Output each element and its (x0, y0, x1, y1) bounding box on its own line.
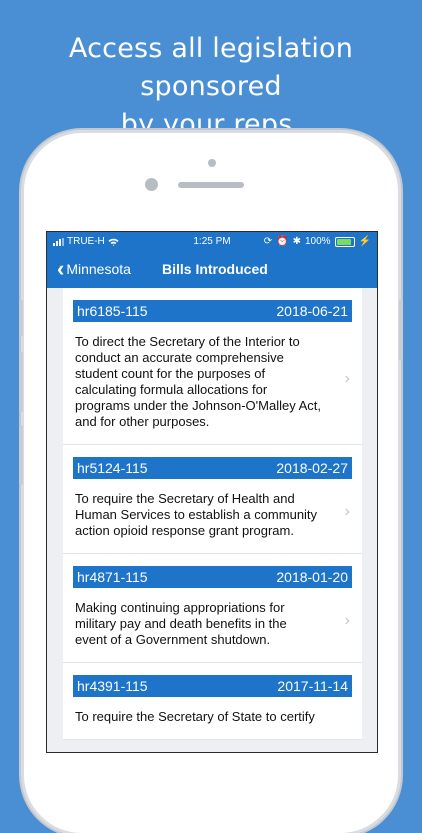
battery-percent: 100% (304, 236, 331, 247)
bill-header: hr4871-115 2018-01-20 (73, 566, 352, 588)
promo-headline-line1: Access all legislation sponsored (68, 33, 354, 102)
bill-header: hr4391-115 2017-11-14 (73, 675, 352, 697)
alarm-icon: ⏰ (276, 236, 289, 247)
bill-list-item[interactable]: hr5124-115 2018-02-27 To require the Sec… (63, 445, 362, 554)
back-button-label: Minnesota (66, 261, 131, 277)
status-bar: TRUE-H 1:25 PM ⟳ ⏰ ✱ 100% ⚡ (47, 232, 377, 252)
status-right: ⟳ ⏰ ✱ 100% ⚡ (264, 236, 371, 247)
bill-title: To require the Secretary of State to cer… (75, 709, 315, 724)
bill-list-item[interactable]: hr4871-115 2018-01-20 Making continuing … (63, 554, 362, 663)
chevron-right-icon: › (344, 370, 350, 387)
promo-headline: Access all legislation sponsored by your… (0, 30, 422, 144)
page-title: Bills Introduced (162, 261, 268, 277)
battery-icon (334, 236, 355, 247)
bill-date: 2018-06-21 (276, 303, 348, 319)
bill-header: hr6185-115 2018-06-21 (73, 300, 352, 322)
phone-volume-down-button (19, 425, 23, 485)
bill-date: 2017-11-14 (277, 678, 348, 694)
app-screen: TRUE-H 1:25 PM ⟳ ⏰ ✱ 100% ⚡ ‹ Minnesota … (46, 231, 378, 753)
bill-title: Making continuing appropriations for mil… (75, 600, 287, 647)
bill-list-item[interactable]: hr4391-115 2017-11-14 To require the Sec… (63, 663, 362, 740)
bill-list-item[interactable]: hr6185-115 2018-06-21 To direct the Secr… (63, 288, 362, 445)
back-button[interactable]: ‹ Minnesota (57, 256, 131, 281)
phone-power-button (399, 300, 403, 360)
navigation-bar: ‹ Minnesota Bills Introduced (47, 252, 377, 288)
bill-id: hr6185-115 (77, 303, 148, 319)
phone-side-button (19, 300, 23, 336)
bill-title: To direct the Secretary of the Interior … (75, 334, 321, 429)
bill-id: hr4871-115 (77, 569, 148, 585)
bill-date: 2018-02-27 (276, 460, 348, 476)
earpiece-speaker (178, 182, 244, 188)
charging-icon: ⚡ (358, 236, 371, 247)
chevron-right-icon: › (344, 612, 350, 629)
chevron-right-icon: › (344, 503, 350, 520)
phone-volume-up-button (19, 352, 23, 412)
bill-id: hr5124-115 (77, 460, 148, 476)
bluetooth-icon: ✱ (292, 236, 301, 247)
bill-title: To require the Secretary of Health and H… (75, 491, 318, 538)
bill-id: hr4391-115 (77, 678, 148, 694)
lock-rotation-icon: ⟳ (263, 236, 273, 247)
bill-list: hr6185-115 2018-06-21 To direct the Secr… (63, 288, 362, 740)
bill-date: 2018-01-20 (276, 569, 348, 585)
bill-header: hr5124-115 2018-02-27 (73, 457, 352, 479)
front-camera (145, 178, 158, 191)
chevron-left-icon: ‹ (57, 256, 65, 281)
proximity-sensor (208, 159, 216, 167)
